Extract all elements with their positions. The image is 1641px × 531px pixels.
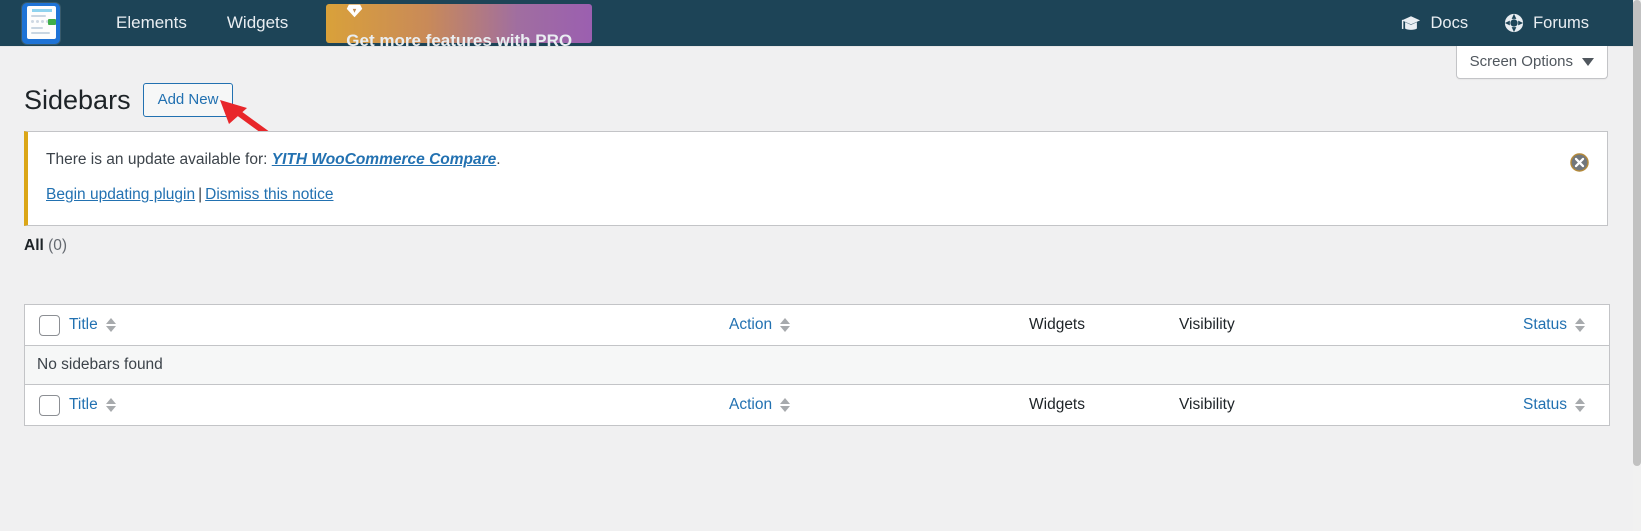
table-head: Title Action Widgets Visibility Status — [25, 305, 1609, 346]
dismiss-notice-link[interactable]: Dismiss this notice — [205, 186, 333, 203]
nav-docs[interactable]: Docs — [1383, 14, 1486, 33]
notice-separator: | — [198, 185, 203, 203]
footer-action[interactable]: Action — [729, 384, 1029, 425]
screen-options-label: Screen Options — [1469, 53, 1573, 70]
empty-message: No sidebars found — [25, 346, 1609, 384]
select-all-checkbox-footer[interactable] — [39, 394, 60, 416]
nav-forums[interactable]: Forums — [1486, 13, 1607, 33]
sort-action-link[interactable]: Action — [729, 316, 772, 334]
sort-indicator-icon[interactable] — [105, 398, 116, 412]
footer-visibility-label: Visibility — [1179, 396, 1235, 413]
footer-title[interactable]: Title — [69, 384, 729, 425]
sidebars-list-table: Title Action Widgets Visibility Status N… — [24, 304, 1610, 426]
page-scrollbar-thumb[interactable] — [1633, 0, 1641, 466]
nav-forums-label: Forums — [1533, 13, 1589, 32]
nav-widgets[interactable]: Widgets — [207, 0, 308, 46]
header-status[interactable]: Status — [1369, 305, 1609, 346]
footer-status[interactable]: Status — [1369, 384, 1609, 425]
screen-options-button[interactable]: Screen Options — [1455, 46, 1608, 79]
table-body: No sidebars found — [25, 346, 1609, 384]
table-header-row: Title Action Widgets Visibility Status — [25, 305, 1609, 346]
topbar-right-links: Docs Forums — [1383, 13, 1633, 33]
footer-widgets-label: Widgets — [1029, 396, 1085, 413]
header-title[interactable]: Title — [69, 305, 729, 346]
close-circle-icon[interactable] — [1570, 153, 1589, 172]
list-filters: All (0) — [24, 237, 67, 255]
header-visibility-label: Visibility — [1179, 316, 1235, 333]
get-pro-button[interactable]: Get more features with PRO — [326, 3, 593, 50]
notice-message-suffix: . — [496, 151, 501, 168]
topbar-nav: Elements Widgets Get more features with … — [96, 0, 593, 50]
page-title: Sidebars — [24, 85, 131, 116]
footer-widgets: Widgets — [1029, 384, 1179, 425]
caret-down-icon — [1582, 57, 1594, 66]
logo-bar — [31, 31, 50, 34]
graduation-cap-icon — [1401, 15, 1421, 32]
sort-indicator-icon[interactable] — [1575, 318, 1585, 332]
filter-all-count: (0) — [48, 237, 68, 254]
begin-updating-plugin-link[interactable]: Begin updating plugin — [46, 186, 195, 203]
header-widgets-label: Widgets — [1029, 316, 1085, 333]
header-widgets: Widgets — [1029, 305, 1179, 346]
notice-actions: Begin updating plugin | Dismiss this notic… — [46, 181, 1587, 209]
footer-visibility: Visibility — [1179, 384, 1369, 425]
logo-top-strip — [32, 8, 52, 12]
plugin-link[interactable]: YITH WooCommerce Compare — [272, 151, 497, 168]
logo-bar — [31, 26, 43, 29]
page-scrollbar-track[interactable] — [1633, 0, 1641, 531]
sort-action-link-footer[interactable]: Action — [729, 396, 772, 414]
sort-indicator-icon[interactable] — [780, 398, 791, 412]
notice-message-prefix: There is an update available for: — [46, 151, 272, 168]
sort-status-link-footer[interactable]: Status — [1523, 396, 1567, 414]
logo-container[interactable] — [18, 0, 64, 46]
update-notice: There is an update available for: YITH W… — [24, 131, 1608, 226]
header-checkbox-cell — [25, 305, 69, 346]
add-new-button[interactable]: Add New — [142, 83, 234, 118]
topbar-divider — [0, 46, 1633, 47]
nav-docs-label: Docs — [1430, 13, 1469, 32]
empty-row: No sidebars found — [25, 346, 1609, 384]
sort-indicator-icon[interactable] — [105, 318, 116, 332]
footer-checkbox-cell — [25, 384, 69, 425]
sidebar-manager-logo-icon — [22, 2, 60, 44]
header-action[interactable]: Action — [729, 305, 1029, 346]
notice-message: There is an update available for: YITH W… — [46, 146, 1587, 174]
logo-green-accent — [48, 18, 56, 25]
nav-elements[interactable]: Elements — [96, 0, 207, 46]
admin-topbar: Elements Widgets Get more features with … — [0, 0, 1633, 50]
header-visibility: Visibility — [1179, 305, 1369, 346]
gem-icon — [346, 4, 572, 18]
sort-status-link[interactable]: Status — [1523, 316, 1567, 334]
sort-indicator-icon[interactable] — [780, 318, 791, 332]
logo-bar — [31, 14, 46, 17]
table-foot: Title Action Widgets Visibility Status — [25, 384, 1609, 425]
filter-all[interactable]: All — [24, 237, 44, 254]
life-ring-icon — [1504, 13, 1524, 33]
select-all-checkbox[interactable] — [39, 314, 60, 336]
admin-page: Elements Widgets Get more features with … — [0, 0, 1641, 531]
sort-title-link-footer[interactable]: Title — [69, 396, 98, 414]
table-footer-row: Title Action Widgets Visibility Status — [25, 384, 1609, 425]
sort-indicator-icon[interactable] — [1575, 398, 1585, 412]
sort-title-link[interactable]: Title — [69, 316, 98, 334]
page-header: Sidebars Add New — [24, 66, 234, 135]
